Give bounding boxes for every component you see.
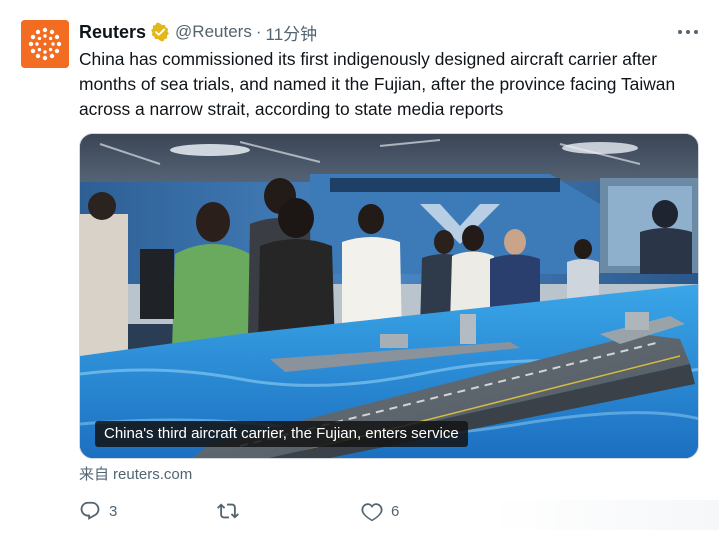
reply-button[interactable]: 3 — [79, 499, 117, 523]
verified-badge-icon — [150, 22, 170, 42]
reply-count: 3 — [109, 502, 118, 520]
reply-icon — [80, 501, 100, 520]
tweet-card[interactable]: Reuters @Reuters · 11分钟 China has commis… — [0, 0, 719, 538]
retweet-icon — [217, 503, 239, 519]
source-label: 来自 — [79, 466, 110, 483]
reuters-logo-icon — [21, 20, 69, 68]
more-options-button[interactable] — [676, 22, 700, 42]
media-photo — [80, 134, 698, 458]
header-separator: · — [255, 22, 262, 41]
timestamp[interactable]: 11分钟 — [266, 20, 318, 45]
like-count: 6 — [391, 502, 400, 520]
link-source[interactable]: 来自 reuters.com — [79, 463, 192, 484]
author-handle[interactable]: @Reuters — [175, 22, 252, 42]
media-caption: China's third aircraft carrier, the Fuji… — [95, 421, 468, 447]
tweet-media[interactable]: China's third aircraft carrier, the Fuji… — [79, 133, 699, 459]
author-name[interactable]: Reuters — [79, 22, 146, 43]
retweet-button[interactable] — [217, 499, 239, 523]
avatar[interactable] — [21, 20, 69, 68]
tweet-header: Reuters @Reuters · 11分钟 — [79, 19, 317, 45]
tweet-text: China has commissioned its first indigen… — [79, 49, 676, 119]
bottom-right-fade — [490, 500, 719, 530]
like-button[interactable]: 6 — [361, 499, 399, 523]
like-icon — [361, 503, 383, 522]
more-options-icon — [678, 30, 698, 34]
source-domain[interactable]: reuters.com — [113, 466, 192, 483]
